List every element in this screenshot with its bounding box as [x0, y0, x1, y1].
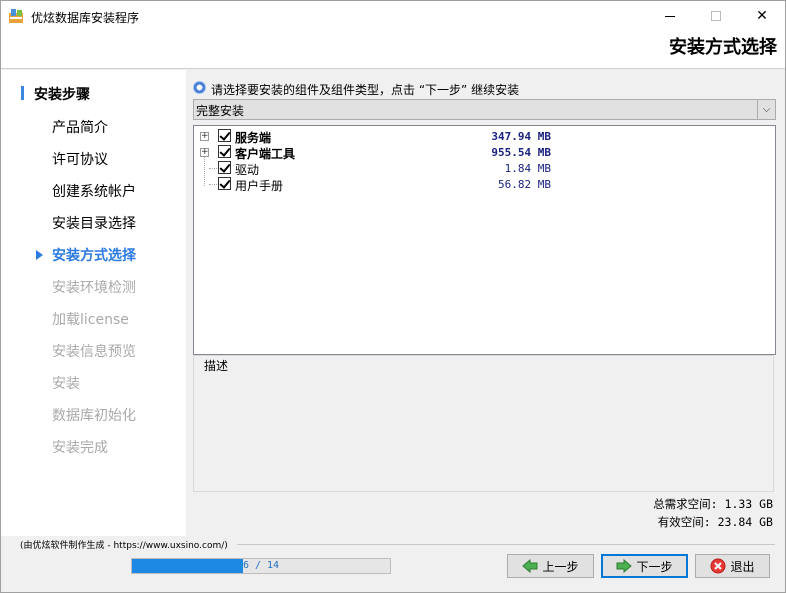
prev-button[interactable]: 上一步	[507, 554, 594, 578]
page-header: 安装方式选择	[1, 31, 785, 69]
install-type-select[interactable]: 完整安装 ⌵	[193, 99, 776, 120]
arrow-right-icon	[616, 558, 633, 574]
expand-icon[interactable]: +	[200, 132, 209, 141]
step-item: 安装方式选择	[52, 248, 136, 264]
component-checkbox[interactable]	[218, 161, 231, 174]
component-row[interactable]: + 客户端工具 955.54 MB	[194, 144, 775, 161]
steps-heading: 安装步骤	[34, 87, 90, 103]
step-item: 安装完成	[52, 440, 108, 456]
component-size: 347.94 MB	[491, 130, 551, 143]
footer-credit: (由优炫软件制作生成 - https://www.uxsino.com/)	[20, 541, 228, 551]
close-icon: ✕	[756, 8, 768, 24]
next-button-label: 下一步	[636, 559, 673, 574]
next-button[interactable]: 下一步	[601, 554, 688, 578]
component-tree[interactable]: + 服务端 347.94 MB + 客户端工具 955.54 MB 驱动 1.84 MB 用户手…	[193, 125, 776, 355]
component-label: 用户手册	[235, 179, 284, 193]
expand-icon[interactable]: +	[200, 148, 209, 157]
maximize-icon	[711, 11, 721, 21]
chevron-down-icon[interactable]: ⌵	[757, 100, 775, 119]
close-button[interactable]: ✕	[739, 1, 785, 31]
stop-icon	[710, 558, 726, 574]
component-size: 1.84 MB	[504, 162, 551, 175]
component-row[interactable]: + 服务端 347.94 MB	[194, 128, 775, 145]
component-size: 56.82 MB	[498, 178, 551, 191]
steps-heading-marker	[21, 86, 24, 100]
prev-button-label: 上一步	[542, 559, 579, 574]
install-type-value: 完整安装	[196, 104, 245, 118]
description-box: 描述	[193, 355, 774, 492]
settings-icon	[193, 81, 206, 94]
exit-button-label: 退出	[730, 559, 755, 574]
title-bar: 优炫数据库安装程序 ✕	[1, 1, 785, 31]
minimize-button[interactable]	[647, 1, 693, 31]
exit-button[interactable]: 退出	[695, 554, 770, 578]
step-item: 创建系统帐户	[52, 184, 136, 200]
footer-divider	[237, 544, 775, 545]
description-label: 描述	[202, 357, 231, 374]
component-row[interactable]: 用户手册 56.82 MB	[194, 176, 775, 193]
step-item: 产品简介	[52, 120, 108, 136]
component-checkbox[interactable]	[218, 129, 231, 142]
step-item: 安装信息预览	[52, 344, 136, 360]
step-item: 加载license	[52, 312, 129, 328]
step-item: 安装	[52, 376, 80, 392]
component-size: 955.54 MB	[491, 146, 551, 159]
app-icon	[9, 9, 23, 23]
step-item: 数据库初始化	[52, 408, 136, 424]
step-item: 安装环境检测	[52, 280, 136, 296]
progress-text: 6 / 14	[242, 560, 280, 571]
instruction-text: 请选择要安装的组件及组件类型，点击 “下一步” 继续安装	[211, 83, 520, 97]
component-checkbox[interactable]	[218, 145, 231, 158]
required-space: 总需求空间: 1.33 GB	[653, 497, 773, 511]
page-title: 安装方式选择	[669, 37, 777, 58]
component-checkbox[interactable]	[218, 177, 231, 190]
maximize-button[interactable]	[693, 1, 739, 31]
step-item: 安装目录选择	[52, 216, 136, 232]
steps-sidebar: 安装步骤 产品简介许可协议创建系统帐户 安装目录选择 安装方式选择 安装环境检测 加载l…	[1, 70, 186, 536]
current-step-arrow-icon	[36, 250, 43, 260]
component-row[interactable]: 驱动 1.84 MB	[194, 160, 775, 177]
installer-window: 优炫数据库安装程序 ✕ 安装方式选择 安装步骤 产品简介 许可协议 创建系统帐户 安装…	[0, 0, 786, 593]
step-item: 许可协议	[52, 152, 108, 168]
step-progress-bar: 6 / 14	[131, 558, 391, 574]
available-space: 有效空间: 23.84 GB	[657, 515, 773, 529]
minimize-icon	[665, 15, 675, 17]
arrow-left-icon	[522, 558, 538, 574]
window-title: 优炫数据库安装程序	[31, 11, 140, 25]
